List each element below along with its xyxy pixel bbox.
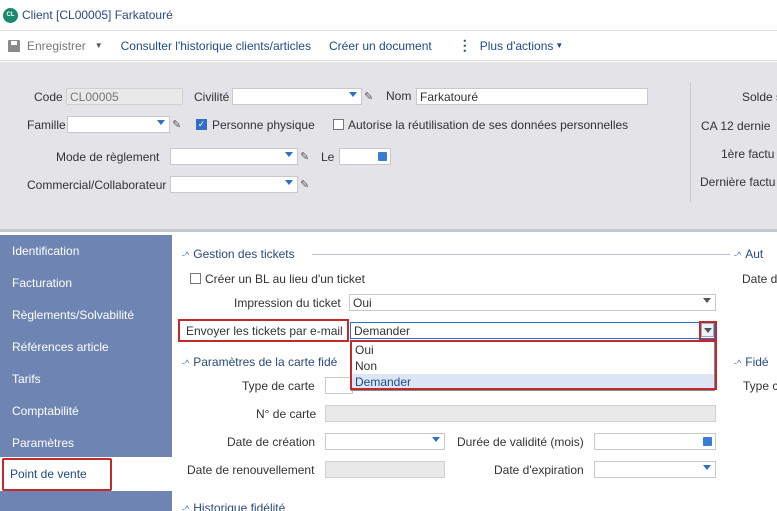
chevron-down-icon	[703, 465, 711, 470]
more-actions-label: Plus d'actions	[479, 38, 554, 53]
date-creation-label: Date de création	[227, 435, 316, 449]
numero-carte-label: N° de carte	[256, 407, 317, 421]
sidebar-item-identification[interactable]: Identification	[0, 235, 172, 267]
civilite-label: Civilité	[194, 90, 230, 104]
chevron-down-icon	[703, 298, 711, 303]
commercial-select[interactable]	[170, 176, 298, 193]
date-expiration-select[interactable]	[594, 461, 716, 478]
type-right-label: Type c	[743, 379, 777, 393]
header-divider	[690, 82, 691, 202]
chevron-down-icon[interactable]: ▼	[95, 41, 103, 50]
type-carte-select[interactable]	[325, 377, 353, 394]
premiere-facture-label: 1ère factu	[721, 147, 775, 161]
date-renouvellement-label: Date de renouvellement	[187, 463, 315, 477]
edit-pencil-icon[interactable]: ✎	[300, 151, 312, 163]
edit-pencil-icon[interactable]: ✎	[300, 179, 312, 191]
impression-ticket-label: Impression du ticket	[234, 296, 341, 310]
numero-carte-field[interactable]	[325, 405, 716, 422]
famille-label: Famille	[27, 118, 66, 132]
date-creation-field[interactable]	[325, 433, 445, 450]
personne-physique-label: Personne physique	[212, 118, 315, 132]
carte-fidelite-header[interactable]: -^ Paramètres de la carte fidé	[182, 355, 337, 369]
section-divider	[312, 254, 730, 255]
sidebar-item-references-article[interactable]: Références article	[0, 331, 172, 363]
ca-label: CA 12 dernie	[701, 119, 771, 133]
window-titlebar: CL Client [CL00005] Farkatouré	[0, 0, 777, 31]
client-badge-icon: CL	[3, 7, 18, 23]
sidebar-item-reglements[interactable]: Règlements/Solvabilité	[0, 299, 172, 331]
fidelite-right-header[interactable]: -^ Fidé	[734, 355, 769, 369]
famille-select[interactable]	[67, 116, 170, 133]
chevron-down-icon	[157, 120, 165, 125]
civilite-select[interactable]	[232, 88, 362, 105]
sidebar-item-tarifs[interactable]: Tarifs	[0, 363, 172, 395]
commercial-label: Commercial/Collaborateur	[27, 178, 167, 192]
nom-label: Nom	[386, 89, 412, 103]
create-document-button[interactable]: Créer un document	[329, 39, 432, 53]
point-de-vente-panel: -^ Gestion des tickets Créer un BL au lie…	[172, 235, 777, 511]
mode-reglement-label: Mode de règlement	[56, 150, 160, 164]
highlight-frame	[178, 319, 349, 342]
more-vertical-icon: ⋮	[457, 37, 472, 53]
chevron-down-icon	[285, 152, 293, 157]
sidebar-item-comptabilite[interactable]: Comptabilité	[0, 395, 172, 427]
toolbar: Enregistrer ▼ Consulter l'historique cli…	[0, 31, 777, 61]
bl-instead-ticket-label: Créer un BL au lieu d'un ticket	[205, 272, 365, 286]
calendar-icon	[378, 152, 387, 161]
bl-instead-ticket-checkbox[interactable]	[190, 273, 201, 284]
le-label: Le	[321, 150, 335, 164]
derniere-facture-label: Dernière factu	[700, 175, 776, 189]
chevron-down-icon	[432, 437, 440, 442]
highlight-frame	[2, 458, 112, 491]
code-field[interactable]: CL00005	[66, 88, 183, 105]
code-label: Code	[34, 90, 63, 104]
le-date-field[interactable]	[339, 148, 391, 165]
history-button[interactable]: Consulter l'historique clients/articles	[121, 39, 311, 53]
impression-ticket-select[interactable]: Oui	[349, 294, 716, 311]
highlight-frame	[699, 321, 717, 341]
save-icon	[8, 39, 20, 52]
personne-physique-checkbox[interactable]: ✓	[196, 119, 207, 130]
sidebar-item-facturation[interactable]: Facturation	[0, 267, 172, 299]
solde-label: Solde s	[742, 90, 777, 104]
collapse-chevron-icon: -^	[734, 358, 742, 368]
envoyer-tickets-select[interactable]: Demander	[350, 322, 715, 339]
save-label: Enregistrer	[27, 38, 86, 53]
autorise-reutilisation-label: Autorise la réutilisation de ses données…	[348, 118, 629, 132]
autorise-reutilisation-checkbox[interactable]	[333, 119, 344, 130]
chevron-down-icon	[349, 92, 357, 97]
chevron-down-icon: ▼	[555, 41, 564, 50]
type-carte-label: Type de carte	[242, 379, 315, 393]
date-renouvellement-field[interactable]	[325, 461, 445, 478]
mode-reglement-select[interactable]	[170, 148, 298, 165]
collapse-chevron-icon: -^	[182, 250, 190, 260]
date-expiration-label: Date d'expiration	[494, 463, 584, 477]
window-title: Client [CL00005] Farkatouré	[22, 8, 173, 22]
highlight-frame	[350, 340, 717, 390]
gestion-tickets-header[interactable]: -^ Gestion des tickets	[182, 247, 295, 261]
collapse-chevron-icon: -^	[734, 250, 742, 260]
autre-section-header[interactable]: -^ Aut	[734, 247, 763, 261]
save-button[interactable]: Enregistrer ▼	[0, 39, 103, 53]
nom-field[interactable]: Farkatouré	[416, 88, 648, 105]
sidebar-item-parametres[interactable]: Paramètres	[0, 427, 172, 459]
date-right-label: Date d	[742, 272, 777, 286]
duree-validite-field[interactable]	[594, 433, 716, 450]
chevron-down-icon	[285, 180, 293, 185]
duree-validite-label: Durée de validité (mois)	[457, 435, 584, 449]
collapse-chevron-icon: -^	[182, 358, 190, 368]
client-header-form: Code CL00005 Civilité ✎ Nom Farkatouré F…	[0, 62, 777, 232]
edit-pencil-icon[interactable]: ✎	[172, 119, 184, 131]
edit-pencil-icon[interactable]: ✎	[364, 91, 376, 103]
collapse-chevron-icon: -^	[182, 504, 190, 511]
historique-fidelite-header[interactable]: -^ Historique fidélité	[182, 501, 285, 511]
calendar-icon	[703, 437, 712, 446]
more-actions-button[interactable]: ⋮ Plus d'actions ▼	[458, 37, 564, 54]
